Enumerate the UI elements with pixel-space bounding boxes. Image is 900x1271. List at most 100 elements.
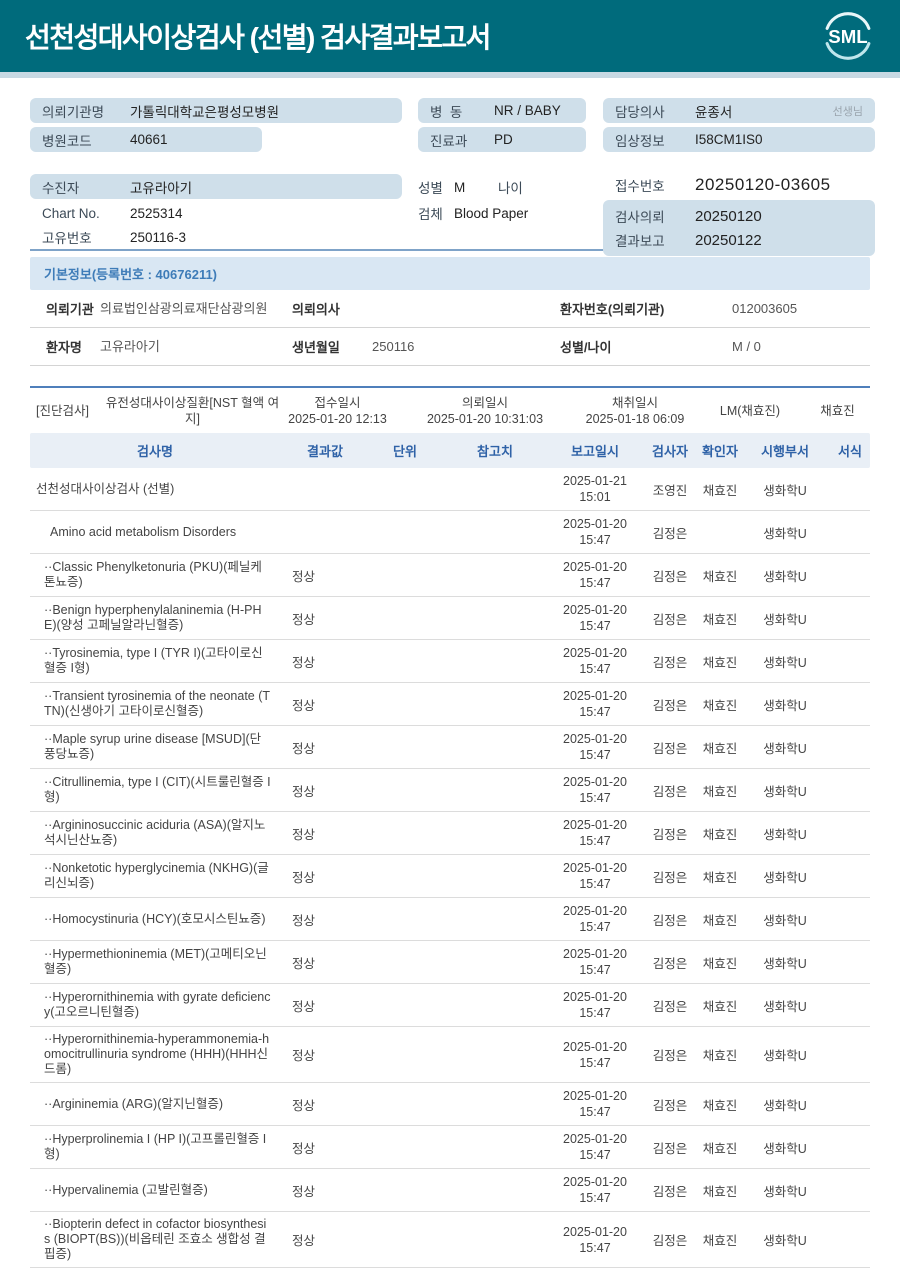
basic-label: 성별/나이 — [560, 340, 612, 355]
test-name-cell: ··Nonketotic hyperglycinemia (NKHG)(글리신뇌… — [44, 861, 269, 890]
tester-cell: 김정은 — [652, 913, 688, 928]
result-cell: 정상 — [292, 784, 316, 799]
checker-cell: 채효진 — [702, 827, 738, 842]
field-label: 병 동 — [430, 104, 463, 120]
field-label: 진료과 — [430, 133, 468, 149]
report-date-cell: 2025-01-20 15:47 — [563, 1089, 627, 1119]
tester-cell: 김정은 — [652, 1141, 688, 1156]
test-name-cell: ··Hyperornithinemia with gyrate deficien… — [44, 990, 271, 1019]
field-receipt-no: 접수번호 20250120-03605 — [603, 172, 875, 198]
tester-cell: 김정은 — [652, 870, 688, 885]
field-label: 검체 — [418, 207, 443, 222]
column-header-reference: 참고치 — [477, 444, 513, 459]
report-page: 선천성대사이상검사 (선별) 검사결과보고서 SML 의뢰기관명 가톨릭대학교은… — [0, 0, 900, 1271]
table-row: ··Biopterin defect in cofactor biosynthe… — [30, 1212, 870, 1268]
order-info-row: [진단검사] 유전성대사이상질환[NST 혈액 여지] 접수일시 2025-01… — [30, 388, 870, 433]
column-header-result: 결과값 — [307, 444, 343, 459]
order-tag: [진단검사] — [36, 404, 89, 418]
result-cell: 정상 — [292, 999, 316, 1014]
field-value: 250116-3 — [130, 229, 187, 245]
checker-cell: 채효진 — [702, 655, 738, 670]
field-label: 고유번호 — [42, 231, 92, 246]
field-value: I58CM1IS0 — [695, 132, 763, 147]
result-cell: 정상 — [292, 655, 316, 670]
result-cell: 정상 — [292, 1234, 316, 1248]
department-cell: 생화학U — [763, 1098, 807, 1113]
checker-cell: 채효진 — [702, 1098, 738, 1113]
checker-cell: 채효진 — [702, 870, 738, 885]
checker-cell: 채효진 — [702, 698, 738, 713]
department-cell: 생화학U — [763, 655, 807, 670]
tester-cell: 조영진 — [652, 483, 688, 498]
test-name-cell: ··Argininosuccinic aciduria (ASA)(알지노석시닌… — [44, 818, 266, 847]
field-label: 검사의뢰 — [615, 210, 665, 225]
test-name-cell: ··Benign hyperphenylalaninemia (H-PHE)(양… — [44, 603, 262, 632]
report-date-cell: 2025-01-20 15:47 — [563, 560, 627, 590]
test-name-cell: ··Tyrosinemia, type I (TYR I)(고타이로신혈증 I형… — [44, 646, 263, 675]
test-name-cell: ··Biopterin defect in cofactor biosynthe… — [44, 1217, 267, 1261]
checker-cell: 채효진 — [702, 999, 738, 1014]
checker-cell: 채효진 — [702, 1234, 738, 1248]
checker-cell: 채효진 — [702, 784, 738, 799]
field-value: 20250120-03605 — [695, 175, 831, 194]
department-cell: 생화학U — [763, 741, 807, 756]
field-value: 20250122 — [695, 231, 762, 249]
report-date-cell: 2025-01-20 15:47 — [563, 861, 627, 891]
table-row: ··Tyrosinemia, type I (TYR I)(고타이로신혈증 I형… — [30, 640, 870, 683]
result-cell: 정상 — [292, 1141, 316, 1156]
column-header-department: 시행부서 — [761, 444, 809, 459]
order-request-time: 의뢰일시 2025-01-20 10:31:03 — [395, 395, 575, 427]
field-label: 나이 — [498, 181, 523, 196]
field-clinical-info: 임상정보 I58CM1IS0 — [603, 127, 875, 152]
result-cell: 정상 — [292, 698, 316, 713]
tester-cell: 김정은 — [652, 1234, 688, 1248]
page-title: 선천성대사이상검사 (선별) 검사결과보고서 — [25, 22, 491, 53]
results-table-header: 검사명 결과값 단위 참고치 보고일시 검사자 확인자 시행부서 서식 — [30, 433, 870, 468]
report-date-cell: 2025-01-20 15:47 — [563, 904, 627, 934]
checker-cell: 채효진 — [702, 956, 738, 971]
department-cell: 생화학U — [763, 612, 807, 627]
order-receipt-time: 접수일시 2025-01-20 12:13 — [280, 395, 395, 427]
department-cell: 생화학U — [763, 1184, 807, 1199]
checker-cell: 채효진 — [702, 1049, 738, 1063]
tester-cell: 김정은 — [652, 999, 688, 1014]
tester-cell: 김정은 — [652, 827, 688, 842]
order-collector: 채효진 — [820, 404, 855, 418]
basic-info-row: 환자명 고유라아기 생년월일 250116 성별/나이 M / 0 — [30, 328, 870, 366]
sml-logo-icon: SML — [825, 12, 871, 60]
info-column-middle: 병 동 NR / BABY 진료과 PD 성별 M 나이 검체 Blood Pa… — [418, 98, 586, 226]
checker-cell: 채효진 — [702, 1141, 738, 1156]
table-row: ··Hyperornithinemia-hyperammonemia-homoc… — [30, 1027, 870, 1083]
field-hospital-code: 병원코드 40661 — [30, 127, 262, 152]
result-cell: 정상 — [292, 870, 316, 885]
basic-label: 의뢰의사 — [292, 302, 340, 317]
field-label: 결과보고 — [615, 234, 665, 249]
tester-cell: 김정은 — [652, 698, 688, 713]
order-time-label: 채취일시 — [611, 396, 658, 410]
table-row: ··Benign hyperphenylalaninemia (H-PHE)(양… — [30, 597, 870, 640]
checker-cell: 채효진 — [702, 569, 738, 584]
field-label: 접수번호 — [615, 179, 665, 194]
basic-value: 012003605 — [732, 301, 798, 316]
report-date-cell: 2025-01-20 15:47 — [563, 990, 627, 1020]
field-value: 40661 — [130, 132, 168, 147]
field-label: 임상정보 — [615, 133, 665, 149]
test-name-cell: ··Hypermethioninemia (MET)(고메티오닌혈증) — [44, 947, 267, 976]
department-cell: 생화학U — [763, 870, 807, 885]
result-cell: 정상 — [292, 569, 316, 584]
field-value: 2525314 — [130, 206, 183, 221]
order-collect-time: 채취일시 2025-01-18 06:09 — [575, 395, 695, 427]
order-time-label: 접수일시 — [314, 396, 361, 410]
column-header-report-date: 보고일시 — [571, 444, 619, 459]
field-patient-name: 수진자 고유라아기 — [30, 174, 402, 199]
department-cell: 생화학U — [763, 913, 807, 928]
report-date-cell: 2025-01-20 15:47 — [563, 732, 627, 762]
test-name-cell: ··Hyperornithinemia-hyperammonemia-homoc… — [44, 1032, 270, 1076]
report-date-cell: 2025-01-20 15:47 — [563, 689, 627, 719]
column-header-form: 서식 — [838, 444, 862, 459]
table-row: ··Homocystinuria (HCY)(호모시스틴뇨증) 정상 2025-01… — [30, 898, 870, 941]
table-row: ··Maple syrup urine disease [MSUD](단풍당뇨증… — [30, 726, 870, 769]
department-cell: 생화학U — [763, 999, 807, 1014]
field-value: M — [454, 179, 466, 195]
department-cell: 생화학U — [763, 526, 807, 541]
